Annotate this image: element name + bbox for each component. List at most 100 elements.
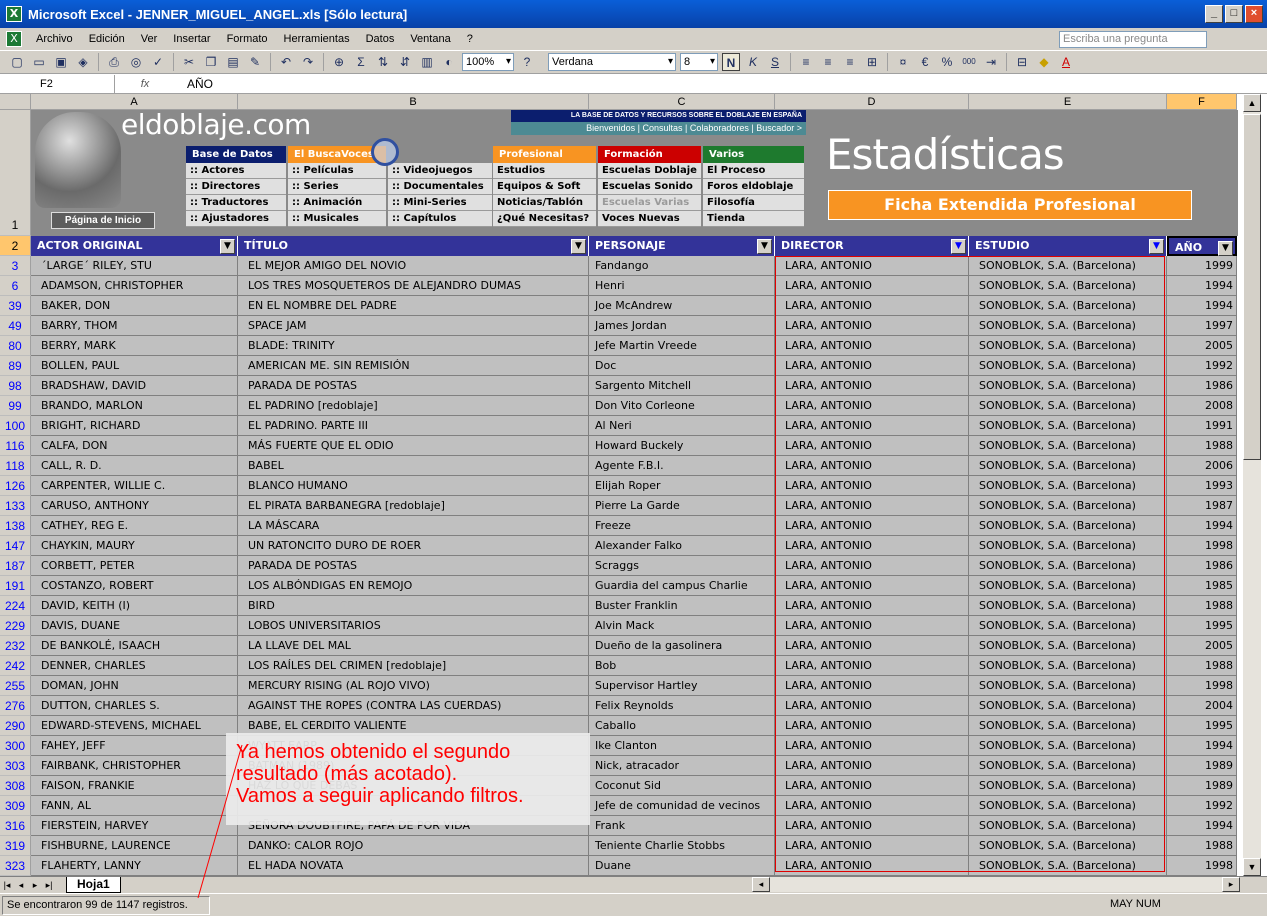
bold-button[interactable]: N: [722, 53, 740, 71]
table-cell[interactable]: 1989: [1167, 756, 1237, 776]
row-header[interactable]: 229: [0, 616, 31, 636]
row-header[interactable]: 303: [0, 756, 31, 776]
table-cell[interactable]: Ike Clanton: [589, 736, 775, 756]
table-cell[interactable]: 1992: [1167, 796, 1237, 816]
row-header[interactable]: 187: [0, 556, 31, 576]
table-cell[interactable]: Coconut Sid: [589, 776, 775, 796]
borders-icon[interactable]: ⊟: [1013, 53, 1031, 71]
table-cell[interactable]: ´LARGE´ RILEY, STU: [31, 256, 238, 276]
table-cell[interactable]: BARRY, THOM: [31, 316, 238, 336]
table-cell[interactable]: DENNER, CHARLES: [31, 656, 238, 676]
nav-link[interactable]: :: Actores: [186, 163, 286, 179]
table-cell[interactable]: FISHBURNE, LAURENCE: [31, 836, 238, 856]
table-cell[interactable]: MERCURY RISING (AL ROJO VIVO): [238, 676, 589, 696]
table-cell[interactable]: EL PADRINO [redoblaje]: [238, 396, 589, 416]
table-cell[interactable]: LA MÁSCARA: [238, 516, 589, 536]
autofilter-dropdown-icon[interactable]: ▼: [757, 239, 772, 254]
align-right-icon[interactable]: ≡: [841, 53, 859, 71]
table-cell[interactable]: Jefe Martin Vreede: [589, 336, 775, 356]
table-cell[interactable]: LARA, ANTONIO: [775, 676, 969, 696]
row-header[interactable]: 2: [0, 236, 31, 256]
nav-link[interactable]: El Proceso: [703, 163, 804, 179]
row-header[interactable]: 255: [0, 676, 31, 696]
table-cell[interactable]: SONOBLOK, S.A. (Barcelona): [969, 256, 1167, 276]
table-cell[interactable]: CATHEY, REG E.: [31, 516, 238, 536]
table-cell[interactable]: Don Vito Corleone: [589, 396, 775, 416]
scroll-up-icon[interactable]: ▲: [1243, 94, 1261, 112]
nav-link[interactable]: Escuelas Varias: [598, 195, 701, 211]
save-icon[interactable]: ▣: [52, 53, 70, 71]
table-cell[interactable]: FAIRBANK, CHRISTOPHER: [31, 756, 238, 776]
row-header[interactable]: 242: [0, 656, 31, 676]
table-cell[interactable]: LOS TRES MOSQUETEROS DE ALEJANDRO DUMAS: [238, 276, 589, 296]
table-cell[interactable]: 1994: [1167, 736, 1237, 756]
nav-link[interactable]: Voces Nuevas: [598, 211, 701, 227]
table-cell[interactable]: BAKER, DON: [31, 296, 238, 316]
nav-link[interactable]: Estudios: [493, 163, 596, 179]
row-header[interactable]: 116: [0, 436, 31, 456]
open-icon[interactable]: ▭: [30, 53, 48, 71]
row-header[interactable]: 100: [0, 416, 31, 436]
table-cell[interactable]: SONOBLOK, S.A. (Barcelona): [969, 396, 1167, 416]
table-cell[interactable]: PARADA DE POSTAS: [238, 556, 589, 576]
menu-item[interactable]: Archivo: [28, 33, 81, 45]
table-cell[interactable]: LARA, ANTONIO: [775, 476, 969, 496]
banner-links[interactable]: Bienvenidos | Consultas | Colaboradores …: [511, 122, 806, 135]
euro-icon[interactable]: €: [916, 53, 934, 71]
table-cell[interactable]: LARA, ANTONIO: [775, 536, 969, 556]
table-cell[interactable]: CORBETT, PETER: [31, 556, 238, 576]
table-cell[interactable]: 1986: [1167, 556, 1237, 576]
table-cell[interactable]: Alvin Mack: [589, 616, 775, 636]
sheet-tab-hoja1[interactable]: Hoja1: [66, 877, 121, 893]
underline-button[interactable]: S: [766, 53, 784, 71]
help-icon[interactable]: ?: [518, 53, 536, 71]
table-cell[interactable]: 1994: [1167, 296, 1237, 316]
nav-link[interactable]: :: Animación: [288, 195, 386, 211]
table-cell[interactable]: LARA, ANTONIO: [775, 856, 969, 876]
minimize-button[interactable]: _: [1205, 5, 1223, 23]
worksheet-grid[interactable]: eldoblaje.com LA BASE DE DATOS Y RECURSO…: [0, 94, 1267, 876]
table-cell[interactable]: 1995: [1167, 616, 1237, 636]
spelling-icon[interactable]: ✓: [149, 53, 167, 71]
table-cell[interactable]: LOS ALBÓNDIGAS EN REMOJO: [238, 576, 589, 596]
table-cell[interactable]: Supervisor Hartley: [589, 676, 775, 696]
nav-heading[interactable]: Base de Datos: [186, 146, 286, 163]
table-cell[interactable]: 2006: [1167, 456, 1237, 476]
table-cell[interactable]: 1986: [1167, 376, 1237, 396]
table-cell[interactable]: SONOBLOK, S.A. (Barcelona): [969, 796, 1167, 816]
table-cell[interactable]: Scraggs: [589, 556, 775, 576]
table-cell[interactable]: PARADA DE POSTAS: [238, 376, 589, 396]
table-cell[interactable]: SONOBLOK, S.A. (Barcelona): [969, 776, 1167, 796]
table-cell[interactable]: BOLLEN, PAUL: [31, 356, 238, 376]
table-cell[interactable]: SONOBLOK, S.A. (Barcelona): [969, 756, 1167, 776]
nav-link[interactable]: :: Series: [288, 179, 386, 195]
row-header[interactable]: 3: [0, 256, 31, 276]
table-cell[interactable]: 1999: [1167, 256, 1237, 276]
horizontal-scrollbar[interactable]: ◂ ▸: [752, 877, 1240, 892]
font-color-icon[interactable]: A: [1057, 53, 1075, 71]
table-cell[interactable]: Nick, atracador: [589, 756, 775, 776]
table-cell[interactable]: EL HADA NOVATA: [238, 856, 589, 876]
table-cell[interactable]: 1993: [1167, 476, 1237, 496]
row-header[interactable]: 80: [0, 336, 31, 356]
row-header[interactable]: 323: [0, 856, 31, 876]
autofilter-dropdown-icon[interactable]: ▼: [1149, 239, 1164, 254]
table-cell[interactable]: LARA, ANTONIO: [775, 416, 969, 436]
column-header[interactable]: D: [775, 94, 969, 110]
scroll-right-icon[interactable]: ▸: [1222, 877, 1240, 892]
table-cell[interactable]: LA LLAVE DEL MAL: [238, 636, 589, 656]
zoom-select[interactable]: 100%: [462, 53, 514, 71]
table-cell[interactable]: SONOBLOK, S.A. (Barcelona): [969, 276, 1167, 296]
table-cell[interactable]: Pierre La Garde: [589, 496, 775, 516]
cut-icon[interactable]: ✂: [180, 53, 198, 71]
row-header[interactable]: 300: [0, 736, 31, 756]
table-cell[interactable]: Howard Buckely: [589, 436, 775, 456]
table-cell[interactable]: 1997: [1167, 316, 1237, 336]
table-cell[interactable]: FIERSTEIN, HARVEY: [31, 816, 238, 836]
row-header[interactable]: 98: [0, 376, 31, 396]
table-cell[interactable]: 1994: [1167, 516, 1237, 536]
table-cell[interactable]: Doc: [589, 356, 775, 376]
column-header[interactable]: C: [589, 94, 775, 110]
table-cell[interactable]: LARA, ANTONIO: [775, 436, 969, 456]
table-cell[interactable]: SONOBLOK, S.A. (Barcelona): [969, 476, 1167, 496]
